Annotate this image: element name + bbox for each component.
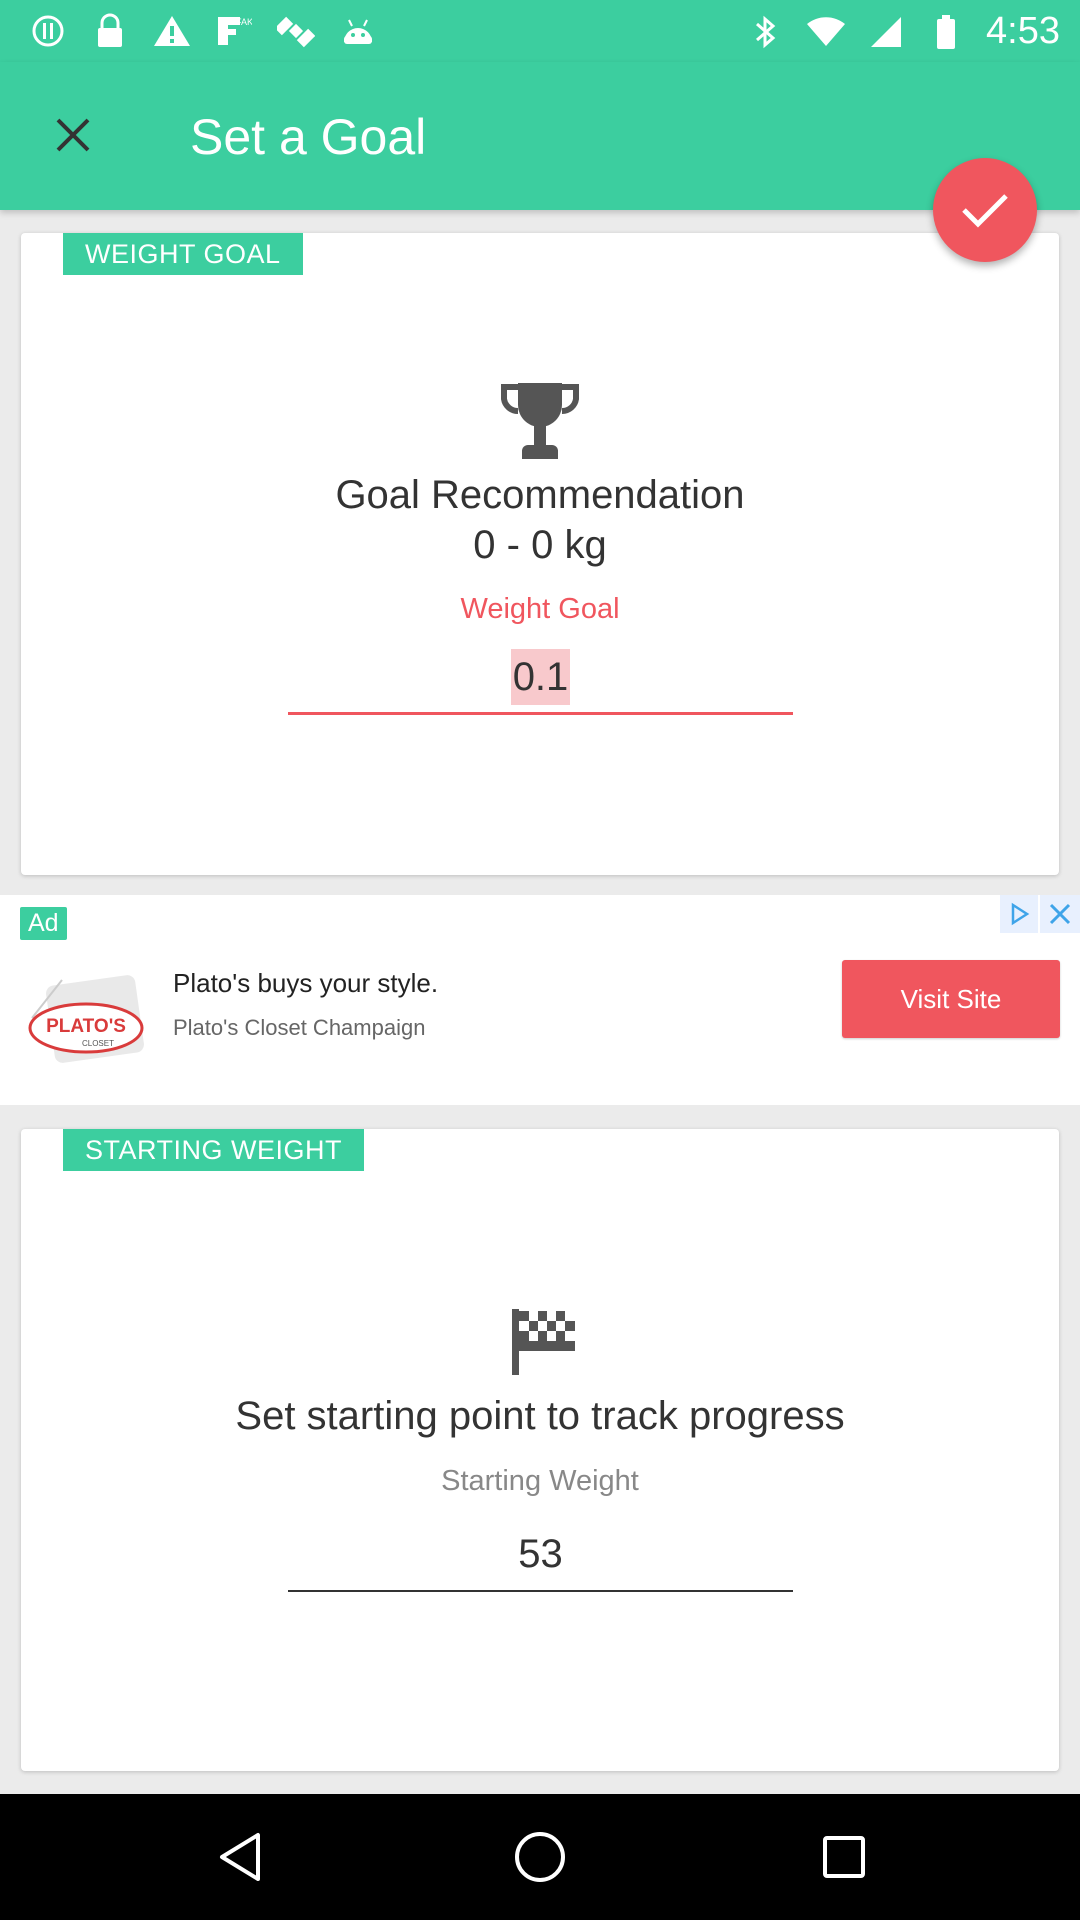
warning-icon [152, 12, 192, 50]
system-nav-bar [0, 1794, 1080, 1920]
starting-point-heading: Set starting point to track progress [235, 1394, 845, 1438]
close-icon [56, 118, 90, 152]
recommendation-range: 0 - 0 kg [473, 523, 607, 567]
status-bar: FAKE 4:53 [0, 0, 1080, 62]
status-icons-right: 4:53 [746, 10, 1060, 53]
signal-icon [866, 13, 906, 51]
starting-weight-input[interactable]: 53 [288, 1526, 793, 1592]
ad-close-button[interactable] [1040, 895, 1080, 933]
recommendation-title: Goal Recommendation [335, 473, 745, 517]
weight-goal-input[interactable]: 0.1 [288, 649, 793, 715]
adchoices-icon[interactable] [1000, 895, 1038, 933]
satellite-icon [276, 12, 316, 50]
app-bar: Set a Goal [0, 62, 1080, 210]
svg-text:PLATO'S: PLATO'S [46, 1016, 126, 1037]
bluetooth-icon [746, 13, 786, 51]
weight-goal-card: WEIGHT GOAL Goal Recommendation 0 - 0 kg… [21, 233, 1059, 875]
ad-banner[interactable]: Ad PLATO'S CLOSET Plato's buys your styl… [0, 895, 1080, 1105]
lock-icon [90, 12, 130, 50]
svg-text:FAKE: FAKE [236, 17, 252, 27]
weight-goal-value: 0.1 [510, 649, 571, 705]
checkered-flag-icon [512, 1309, 575, 1375]
starting-weight-card: STARTING WEIGHT Set starting point to tr… [21, 1129, 1059, 1771]
weight-goal-tag: WEIGHT GOAL [63, 233, 303, 275]
alert-circle-icon [28, 12, 68, 50]
starting-weight-label: Starting Weight [441, 1465, 639, 1497]
back-icon [220, 1833, 260, 1881]
status-icons-left: FAKE [28, 12, 378, 50]
close-button[interactable] [40, 102, 106, 168]
platos-closet-logo: PLATO'S CLOSET [28, 975, 144, 1063]
close-icon [1049, 903, 1071, 925]
home-icon [515, 1832, 565, 1882]
status-time: 4:53 [986, 10, 1060, 52]
android-icon [338, 12, 378, 50]
ad-badge: Ad [20, 907, 67, 940]
ad-subtitle: Plato's Closet Champaign [173, 1015, 426, 1040]
check-icon [962, 194, 1008, 228]
page-title: Set a Goal [190, 109, 427, 165]
battery-icon [926, 13, 966, 51]
nav-recents-button[interactable] [814, 1827, 874, 1887]
confirm-button[interactable] [933, 158, 1037, 262]
weight-goal-label: Weight Goal [460, 593, 620, 625]
nav-home-button[interactable] [510, 1827, 570, 1887]
ad-headline: Plato's buys your style. [173, 968, 439, 998]
nav-back-button[interactable] [210, 1827, 270, 1887]
starting-weight-value: 53 [518, 1532, 563, 1576]
starting-weight-tag: STARTING WEIGHT [63, 1129, 364, 1171]
svg-text:CLOSET: CLOSET [82, 1039, 114, 1048]
visit-site-button[interactable]: Visit Site [842, 960, 1060, 1038]
recents-icon [823, 1836, 865, 1878]
wifi-icon [806, 13, 846, 51]
trophy-icon [501, 383, 579, 459]
fake-gps-icon: FAKE [214, 12, 254, 50]
